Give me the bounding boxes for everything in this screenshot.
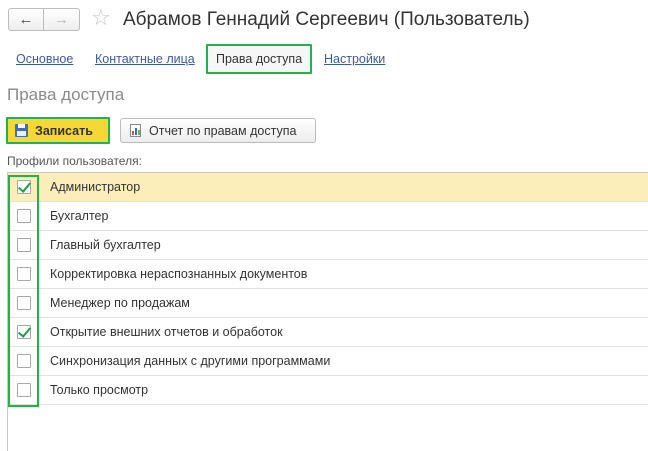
profile-checkbox[interactable] <box>17 267 31 281</box>
profile-row[interactable]: Только просмотр <box>8 376 648 405</box>
arrow-right-icon: → <box>54 11 69 28</box>
forward-button[interactable]: → <box>44 8 80 31</box>
tab-contacts[interactable]: Контактные лица <box>95 44 195 74</box>
profile-label: Синхронизация данных с другими программа… <box>50 353 331 368</box>
arrow-left-icon: ← <box>18 11 34 28</box>
profile-checkbox[interactable] <box>17 296 31 310</box>
floppy-disk-icon <box>15 124 28 137</box>
star-icon[interactable]: ☆ <box>91 5 111 31</box>
profile-label: Администратор <box>50 179 141 194</box>
page-title: Абрамов Геннадий Сергеевич (Пользователь… <box>123 9 530 30</box>
profile-row[interactable]: Менеджер по продажам <box>8 289 648 318</box>
profile-checkbox[interactable] <box>17 383 31 397</box>
tab-bar: Основное Контактные лица Права доступа Н… <box>0 44 648 74</box>
profile-checkbox[interactable] <box>17 238 31 252</box>
profile-checkbox[interactable] <box>17 180 31 194</box>
report-button-label: Отчет по правам доступа <box>149 123 297 138</box>
report-chart-icon <box>130 124 141 137</box>
profile-checkbox[interactable] <box>17 354 31 368</box>
profile-row[interactable]: Синхронизация данных с другими программа… <box>8 347 648 376</box>
profile-label: Бухгалтер <box>50 208 109 223</box>
section-title: Права доступа <box>7 85 125 104</box>
profile-label: Корректировка нераспознанных документов <box>50 266 308 281</box>
navigation-buttons: ← → <box>8 8 80 31</box>
profile-row[interactable]: Бухгалтер <box>8 202 648 231</box>
back-button[interactable]: ← <box>8 8 44 31</box>
profiles-label: Профили пользователя: <box>7 154 142 168</box>
save-button[interactable]: Записать <box>6 117 110 144</box>
profile-label: Открытие внешних отчетов и обработок <box>50 324 283 339</box>
profile-checkbox[interactable] <box>17 325 31 339</box>
tab-access-rights[interactable]: Права доступа <box>206 44 313 74</box>
tab-main[interactable]: Основное <box>16 44 73 74</box>
profile-label: Менеджер по продажам <box>50 295 190 310</box>
profile-row[interactable]: Администратор <box>8 173 648 202</box>
profile-label: Только просмотр <box>50 382 149 397</box>
save-button-label: Записать <box>35 123 93 138</box>
profiles-list: Администратор Бухгалтер Главный бухгалтер К… <box>7 172 648 451</box>
profile-label: Главный бухгалтер <box>50 237 161 252</box>
profile-row[interactable]: Открытие внешних отчетов и обработок <box>8 318 648 347</box>
access-report-button[interactable]: Отчет по правам доступа <box>120 118 316 143</box>
profile-row[interactable]: Корректировка нераспознанных документов <box>8 260 648 289</box>
profile-row[interactable]: Главный бухгалтер <box>8 231 648 260</box>
profile-checkbox[interactable] <box>17 209 31 223</box>
tab-settings[interactable]: Настройки <box>324 44 385 74</box>
